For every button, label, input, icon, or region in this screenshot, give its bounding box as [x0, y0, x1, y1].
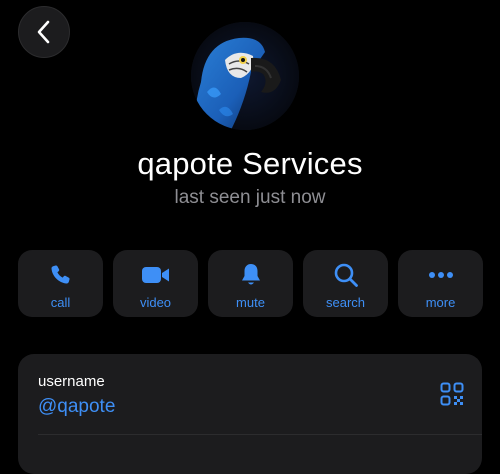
ellipsis-icon: [428, 262, 454, 288]
parrot-avatar-image: [191, 22, 299, 130]
username-value[interactable]: @qapote: [38, 396, 115, 418]
qr-code-button[interactable]: [440, 382, 464, 411]
info-card: username @qapote: [18, 354, 482, 474]
video-button[interactable]: video: [113, 250, 198, 317]
back-button[interactable]: [18, 6, 70, 58]
call-label: call: [50, 295, 71, 310]
qr-code-icon: [440, 382, 464, 406]
more-button[interactable]: more: [398, 250, 483, 317]
phone-icon: [49, 262, 73, 288]
avatar[interactable]: [191, 22, 299, 130]
chevron-left-icon: [37, 20, 50, 44]
video-label: video: [139, 295, 172, 310]
search-button[interactable]: search: [303, 250, 388, 317]
video-icon: [141, 262, 171, 288]
username-label: username: [38, 373, 105, 390]
search-label: search: [325, 295, 366, 310]
search-icon: [333, 262, 359, 288]
more-label: more: [425, 295, 456, 310]
call-button[interactable]: call: [18, 250, 103, 317]
action-bar: call video mute search more: [18, 250, 483, 317]
bell-icon: [239, 262, 263, 288]
card-divider: [38, 434, 482, 435]
mute-label: mute: [236, 295, 265, 310]
profile-name: qapote Services: [137, 146, 363, 181]
last-seen-status: last seen just now: [174, 187, 326, 208]
mute-button[interactable]: mute: [208, 250, 293, 317]
